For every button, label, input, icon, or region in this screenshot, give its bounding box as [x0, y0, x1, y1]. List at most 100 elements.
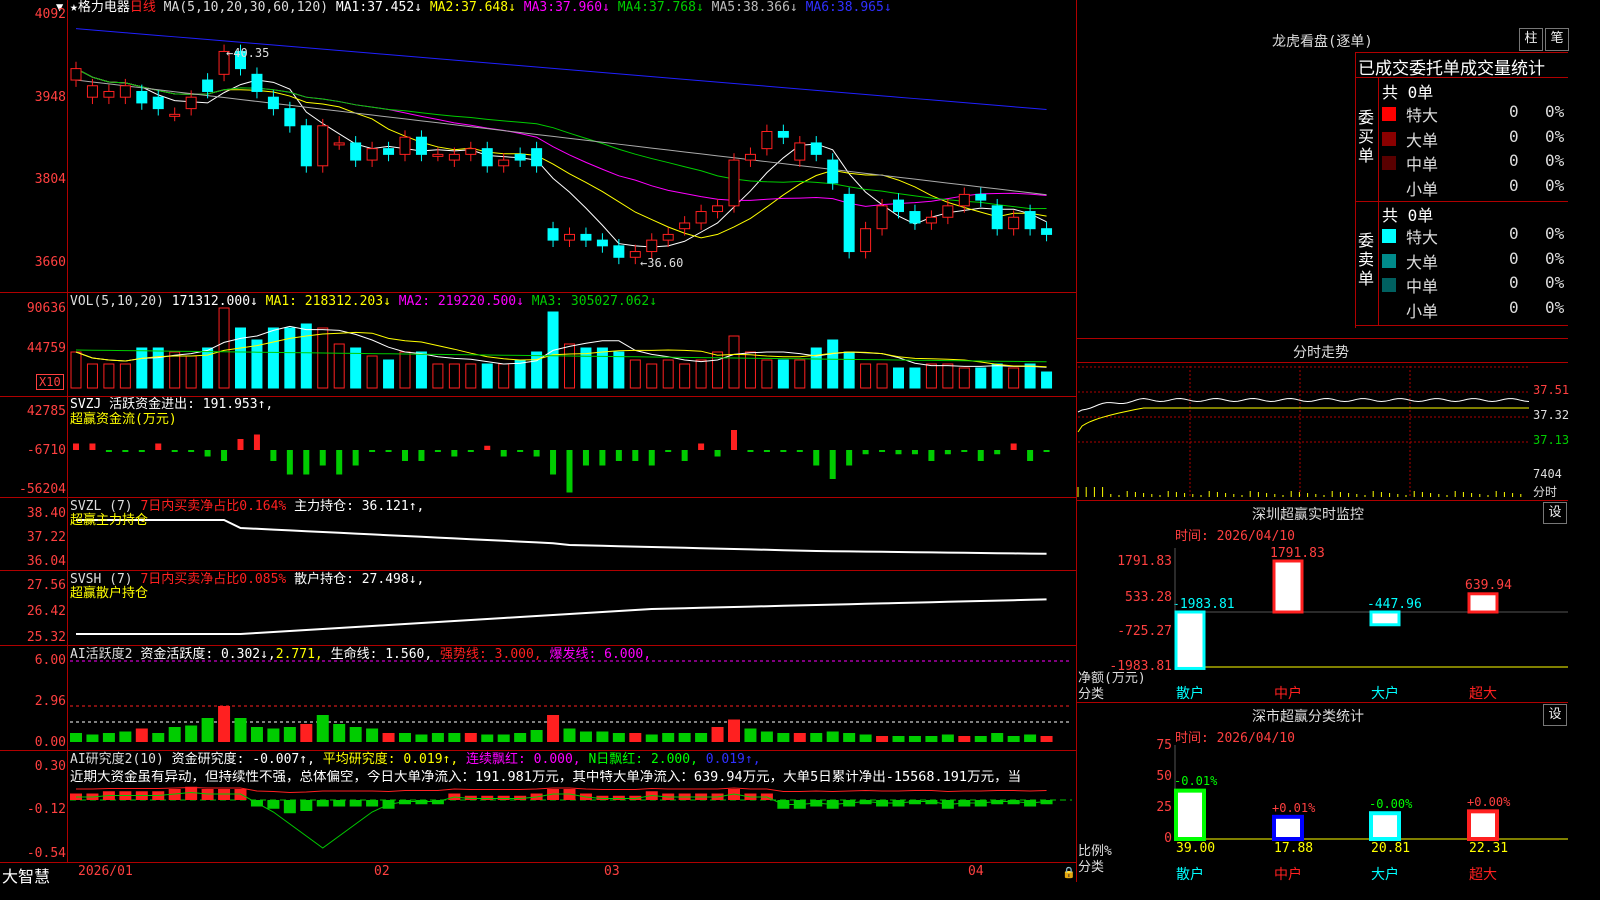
ai1-burst: 爆发线: 6.000,	[549, 647, 652, 662]
classify-change: +0.01%	[1272, 801, 1316, 815]
y-tick: 0.00	[34, 735, 66, 750]
fund-flow-bar	[484, 445, 491, 450]
fund-flow-bar	[451, 450, 458, 457]
candle	[728, 159, 740, 207]
order-color-swatch	[1382, 107, 1396, 121]
candle	[613, 245, 625, 258]
activity-bar	[760, 731, 773, 742]
volume-bar	[975, 367, 987, 389]
activity-bar	[1007, 736, 1020, 742]
activity-bar	[596, 731, 609, 742]
buy-side-label: 委买单	[1358, 108, 1375, 165]
divider	[0, 645, 1076, 646]
candle	[629, 251, 641, 258]
stock-name[interactable]: ★格力电器	[70, 0, 130, 15]
activity-bar	[250, 727, 263, 742]
vol-value: 171312.000↓	[171, 294, 258, 309]
volume-bar	[383, 359, 395, 389]
activity-bar	[431, 733, 444, 742]
monitor-settings-button[interactable]: 设	[1543, 502, 1567, 524]
fund-flow-bar	[352, 450, 359, 466]
volume-bar	[251, 339, 263, 389]
low-price-label: ←36.60	[640, 256, 684, 270]
volume-bar	[744, 351, 756, 389]
candle	[1008, 216, 1020, 230]
ma5-value: 38.366↓	[742, 0, 798, 15]
research-bar	[366, 800, 379, 807]
divider	[0, 292, 1076, 293]
y-tick: -0.12	[26, 802, 66, 817]
volume-bar	[843, 351, 855, 389]
research-bar	[283, 800, 296, 814]
volume-bar	[119, 363, 131, 389]
activity-bar	[612, 733, 625, 742]
candle	[267, 96, 279, 110]
bar-mode-button[interactable]: 柱	[1519, 28, 1543, 51]
activity-bar	[399, 733, 411, 742]
app-logo[interactable]: 大智慧	[2, 863, 50, 887]
lock-icon[interactable]: 🔒	[1062, 866, 1076, 879]
volume-bar	[662, 359, 674, 389]
volume-bar	[481, 363, 493, 389]
activity-bar	[234, 718, 247, 742]
vol-ma2: MA2: 219220.500↓	[398, 294, 524, 309]
fund-flow-bar	[681, 450, 688, 461]
fund-flow-bar	[303, 450, 310, 475]
activity-bar	[530, 730, 543, 742]
fund-flow-bar	[1010, 443, 1017, 450]
volume-bar	[909, 367, 921, 389]
volume-bar	[646, 363, 658, 389]
svzl-header: SVZL (7) 7日内买卖净占比0.164% 主力持仓: 36.121↑,	[70, 499, 424, 514]
y-tick: 42785	[26, 404, 66, 419]
volume-bar	[235, 327, 246, 389]
candle	[350, 142, 362, 161]
ma1-label: MA1:	[335, 0, 368, 15]
order-percent: 0%	[1545, 248, 1565, 268]
divider	[1077, 500, 1568, 501]
y-tick: 0.30	[34, 759, 66, 774]
candle	[580, 233, 592, 241]
candle	[448, 153, 460, 161]
candle	[185, 96, 197, 110]
activity-bar	[1024, 734, 1037, 742]
candle	[827, 159, 839, 184]
period-label[interactable]: 日线	[130, 0, 156, 15]
divider	[1355, 52, 1356, 328]
volume-bar	[498, 363, 510, 389]
research-bar	[481, 795, 494, 800]
monitor-bar	[1467, 592, 1499, 614]
activity-bar	[892, 736, 905, 742]
y-tick: 4092	[34, 7, 66, 22]
volume-bar	[136, 347, 148, 389]
ai2-name: AI研究度2(10)	[70, 752, 164, 767]
tick-mode-button[interactable]: 笔	[1545, 28, 1569, 51]
retail-holding-line	[76, 598, 1047, 635]
classify-value: 17.88	[1274, 841, 1314, 856]
intraday-price: 37.13	[1533, 433, 1570, 447]
activity-bar	[497, 734, 510, 742]
fund-flow-bar	[582, 450, 589, 466]
monitor-xlabel: 分类	[1078, 687, 1105, 702]
ma-params: MA(5,10,20,30,60,120)	[163, 0, 329, 15]
candle	[662, 233, 674, 241]
classify-title: 深市超赢分类统计	[1252, 709, 1364, 725]
classify-settings-button[interactable]: 设	[1543, 704, 1567, 726]
activity-bar	[1040, 736, 1053, 742]
y-tick: 25	[1156, 800, 1172, 815]
order-count: 0	[1509, 126, 1519, 146]
monitor-time: 时间: 2026/04/10	[1175, 529, 1295, 544]
classify-bar	[1272, 814, 1304, 841]
order-color-swatch	[1382, 156, 1396, 170]
divider	[1355, 325, 1568, 326]
ma5-label: MA5:	[711, 0, 743, 15]
candle	[1041, 228, 1053, 235]
activity-bar	[481, 734, 494, 742]
ma3-value: 37.960↓	[555, 0, 610, 15]
candle	[103, 90, 115, 98]
order-size-label: 小单	[1406, 179, 1439, 199]
classify-value: 22.31	[1469, 841, 1509, 856]
sell-count: 共 0单	[1382, 206, 1434, 225]
activity-bar	[958, 736, 971, 742]
fund-flow-bar	[796, 450, 803, 452]
candle	[498, 159, 510, 167]
